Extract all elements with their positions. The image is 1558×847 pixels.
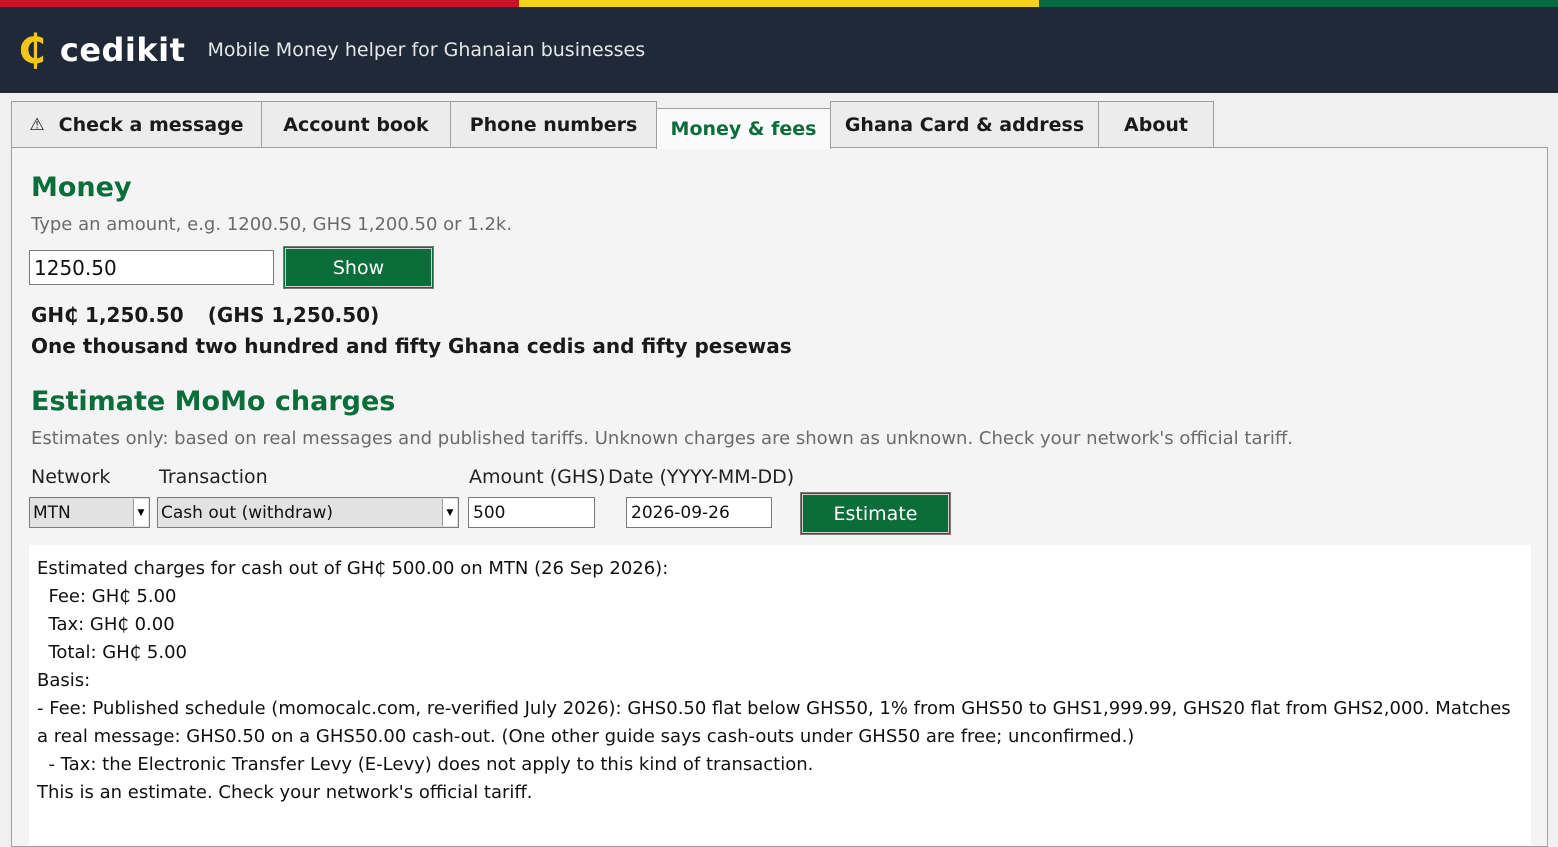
money-and-fees-panel: Money Type an amount, e.g. 1200.50, GHS …: [11, 147, 1548, 847]
tab-label: About: [1124, 113, 1188, 136]
tab-phone-numbers[interactable]: Phone numbers: [450, 101, 657, 147]
tab-label: Money & fees: [670, 118, 817, 140]
estimate-total: Total: GH₵ 5.00: [37, 642, 188, 663]
basis-fee: - Fee: Published schedule (momocalc.com,…: [37, 698, 1511, 747]
tab-label: Account book: [283, 113, 429, 136]
tab-money-and-fees[interactable]: Money & fees: [656, 108, 831, 149]
money-heading: Money: [31, 172, 132, 203]
date-label: Date (YYYY-MM-DD): [608, 466, 795, 488]
money-hint: Type an amount, e.g. 1200.50, GHS 1,200.…: [31, 214, 513, 235]
estimate-fee: Fee: GH₵ 5.00: [37, 586, 177, 607]
network-label: Network: [31, 466, 111, 488]
app-header: ₵ cedikit Mobile Money helper for Ghanai…: [0, 7, 1558, 93]
charge-amount-input[interactable]: [468, 497, 595, 528]
app-name: cedikit: [59, 31, 186, 69]
flag-red-band: [0, 0, 520, 7]
amount-input[interactable]: [29, 250, 274, 285]
estimate-button[interactable]: Estimate: [800, 492, 951, 535]
formatted-cedi: GH₵ 1,250.50: [31, 303, 184, 327]
amount-in-words: One thousand two hundred and fifty Ghana…: [31, 334, 792, 358]
estimate-disclaimer: This is an estimate. Check your network'…: [37, 782, 533, 803]
flag-green-band: [1038, 0, 1558, 7]
formatted-amount: GH₵ 1,250.50 (GHS 1,250.50): [31, 303, 403, 327]
flag-gold-band: [519, 0, 1039, 7]
cedi-logo-icon: ₵: [18, 27, 46, 73]
transaction-label: Transaction: [159, 466, 268, 488]
formatted-ghs-code: (GHS 1,250.50): [207, 303, 380, 327]
estimate-tax: Tax: GH₵ 0.00: [37, 614, 175, 635]
tab-ghana-card-and-address[interactable]: Ghana Card & address: [830, 101, 1099, 147]
transaction-selected-value: Cash out (withdraw): [161, 502, 334, 523]
tab-label: Ghana Card & address: [844, 113, 1085, 136]
basis-tax: - Tax: the Electronic Transfer Levy (E-L…: [37, 754, 814, 775]
warning-icon: ⚠: [29, 114, 45, 135]
ghana-flag-stripe: [0, 0, 1558, 7]
tab-label: Phone numbers: [469, 113, 638, 136]
dropdown-arrow-icon: ▼: [442, 499, 457, 526]
dropdown-arrow-icon: ▼: [133, 499, 148, 526]
tab-account-book[interactable]: Account book: [261, 101, 451, 147]
amount-label: Amount (GHS): [469, 466, 606, 488]
estimate-heading: Estimate MoMo charges: [31, 386, 396, 417]
date-input[interactable]: [626, 497, 772, 528]
tab-label: Check a message: [58, 113, 244, 136]
app-tagline: Mobile Money helper for Ghanaian busines…: [207, 39, 646, 61]
tab-about[interactable]: About: [1098, 101, 1214, 147]
network-select[interactable]: MTN ▼: [29, 497, 150, 528]
estimate-summary: Estimated charges for cash out of GH₵ 50…: [37, 558, 669, 579]
basis-label: Basis:: [37, 670, 91, 691]
transaction-select[interactable]: Cash out (withdraw) ▼: [157, 497, 459, 528]
network-selected-value: MTN: [33, 502, 71, 523]
estimate-hint: Estimates only: based on real messages a…: [31, 428, 1294, 449]
show-button[interactable]: Show: [283, 246, 434, 289]
estimate-output: Estimated charges for cash out of GH₵ 50…: [29, 545, 1531, 845]
tab-check-a-message[interactable]: ⚠ Check a message: [11, 101, 262, 147]
